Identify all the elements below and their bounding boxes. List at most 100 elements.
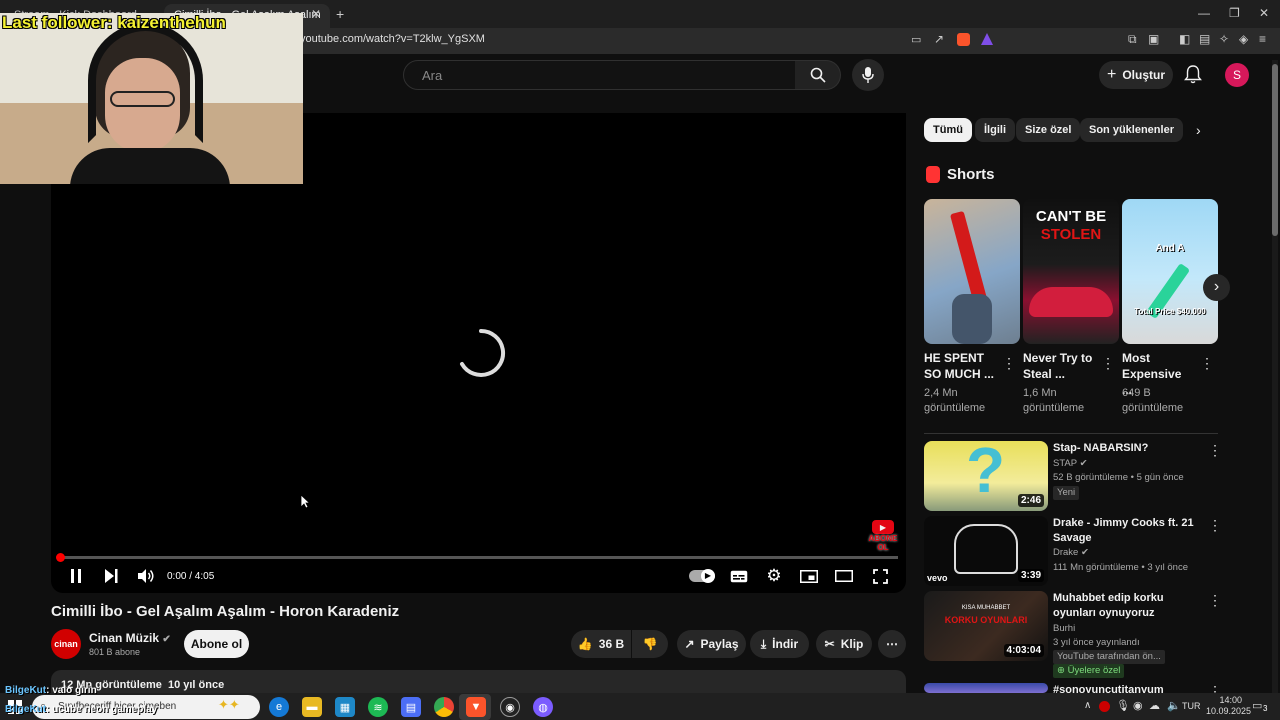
language-indicator[interactable]: TUR (1182, 701, 1201, 711)
next-button[interactable] (101, 566, 121, 586)
related-channel[interactable]: Burhi (1053, 622, 1075, 636)
kebab-menu-icon[interactable]: ⋮ (1200, 355, 1214, 372)
subscribe-button[interactable]: Abone ol (184, 630, 249, 658)
scrollbar-thumb[interactable] (1272, 64, 1278, 236)
menu-icon[interactable]: ≡ (1259, 32, 1266, 46)
cast-icon[interactable]: ▭ (911, 33, 921, 46)
location-icon[interactable]: ◉ (1133, 699, 1143, 712)
wallet-icon[interactable]: ▤ (1199, 32, 1210, 46)
tab-search-icon[interactable]: ▣ (1148, 32, 1159, 46)
related-meta: 3 yıl önce yayınlandı (1053, 637, 1140, 648)
short-thumbnail[interactable] (924, 199, 1020, 344)
plus-icon: + (1106, 66, 1117, 83)
related-thumbnail[interactable] (924, 683, 1048, 693)
car-shape (1029, 287, 1113, 317)
discord-icon[interactable]: ◍ (533, 697, 553, 717)
short-title[interactable]: HE SPENT SO MUCH ... (924, 350, 994, 382)
kebab-menu-icon[interactable]: ⋮ (1208, 592, 1222, 609)
short-thumbnail[interactable]: And A Total Price $40.000 (1122, 199, 1218, 344)
tab-close-icon[interactable]: ✕ (311, 7, 321, 21)
spotify-icon[interactable]: ≋ (368, 697, 388, 717)
chip-recent[interactable]: Son yüklenenler (1080, 118, 1183, 142)
calculator-icon[interactable]: ▤ (401, 697, 421, 717)
related-title[interactable]: #sonoyuncutitanyum (1053, 683, 1201, 693)
brave-shield-icon[interactable] (957, 33, 970, 46)
brave-icon[interactable]: ▼ (466, 697, 486, 717)
share-button[interactable]: ↗ Paylaş (677, 630, 746, 658)
obs-icon[interactable]: ◉ (500, 697, 520, 717)
voice-search-button[interactable] (852, 59, 884, 91)
subscribe-watermark[interactable]: ▶ ABONE OL (868, 520, 898, 552)
short-title[interactable]: Never Try to Steal ... (1023, 350, 1093, 382)
share-page-icon[interactable]: ↗ (934, 32, 944, 46)
extensions-icon[interactable]: ⧉ (1128, 32, 1137, 47)
related-thumbnail[interactable]: ? 2:46 (924, 441, 1048, 511)
minimize-icon[interactable]: — (1198, 6, 1210, 20)
clock[interactable]: 14:00 10.09.2025 (1206, 695, 1251, 717)
related-title[interactable]: Stap- NABARSIN? (1053, 441, 1201, 456)
tray-app-icon[interactable] (1099, 701, 1110, 712)
tray-chevron-icon[interactable]: ∧ (1084, 700, 1091, 711)
channel-name[interactable]: Cinan Müzik ✔ (89, 631, 171, 645)
kebab-menu-icon[interactable]: ⋮ (1002, 355, 1016, 372)
url-field[interactable]: youtube.com/watch?v=T2klw_YgSXM (300, 33, 485, 45)
progress-handle[interactable] (56, 553, 65, 562)
sidebar-icon[interactable]: ◧ (1179, 32, 1190, 46)
maximize-icon[interactable]: ❐ (1229, 6, 1240, 20)
chevron-right-icon[interactable]: › (1196, 122, 1201, 138)
kebab-menu-icon[interactable]: ⋮ (1101, 355, 1115, 372)
short-thumbnail[interactable]: CAN'T BE STOLEN (1023, 199, 1119, 344)
pause-button[interactable] (66, 566, 86, 586)
kebab-menu-icon[interactable]: ⋮ (1208, 517, 1222, 534)
create-button[interactable]: + Oluştur (1099, 61, 1173, 89)
microphone-icon[interactable]: 🎙 (1116, 699, 1130, 712)
volume-button[interactable] (136, 566, 156, 586)
more-actions-button[interactable]: ⋯ (878, 630, 906, 658)
kebab-menu-icon[interactable]: ⋮ (1208, 683, 1222, 693)
avatar[interactable]: S (1225, 63, 1249, 87)
related-channel[interactable]: STAP ✔ (1053, 457, 1088, 471)
edge-icon[interactable]: e (269, 697, 289, 717)
notification-icon[interactable]: ▭ (1252, 699, 1262, 712)
download-button[interactable]: ⤓ İndir (750, 630, 809, 658)
leo-ai-icon[interactable]: ✧ (1219, 32, 1229, 46)
miniplayer-button[interactable] (799, 566, 819, 586)
progress-bar[interactable] (60, 556, 898, 559)
shorts-next-button[interactable]: › (1203, 274, 1230, 301)
close-icon[interactable]: ✕ (1259, 6, 1269, 20)
download-label: İndir (772, 637, 799, 651)
related-channel[interactable]: Drake ✔ (1053, 546, 1089, 560)
search-input[interactable]: Ara (403, 60, 796, 90)
notifications-button[interactable] (1184, 65, 1202, 89)
subtitles-button[interactable] (729, 566, 749, 586)
related-thumbnail[interactable]: vevo 3:39 (924, 516, 1048, 586)
speaker-icon[interactable]: 🔈 (1167, 699, 1181, 712)
channel-avatar[interactable]: cinan (51, 629, 81, 659)
divider (924, 433, 1218, 434)
microphone-icon (862, 67, 874, 83)
theater-mode-button[interactable] (834, 566, 854, 586)
chrome-icon[interactable] (434, 697, 454, 717)
related-title[interactable]: Drake - Jimmy Cooks ft. 21 Savage (1053, 516, 1201, 546)
plus-icon[interactable]: + (336, 6, 344, 22)
related-thumbnail[interactable]: KISA MUHABBET KORKU OYUNLARI 4:03:04 (924, 591, 1048, 661)
store-icon[interactable]: ▦ (335, 697, 355, 717)
vpn-icon[interactable]: ◈ (1239, 32, 1248, 46)
kebab-menu-icon[interactable]: ⋮ (1208, 442, 1222, 459)
search-button[interactable] (795, 60, 841, 90)
subtitles-icon (730, 570, 748, 582)
related-title[interactable]: Muhabbet edip korku oyunları oynuyoruz (1053, 591, 1201, 621)
chip-all[interactable]: Tümü (924, 118, 972, 142)
brave-rewards-icon[interactable] (981, 33, 993, 45)
dislike-button[interactable]: 👎 (632, 630, 668, 658)
fullscreen-button[interactable] (870, 566, 890, 586)
autoplay-toggle[interactable]: ▶ (689, 569, 715, 583)
clip-button[interactable]: ✂ Klip (816, 630, 872, 658)
short-view-suffix: görüntüleme (1122, 402, 1184, 414)
like-button[interactable]: 👍 36 B (571, 630, 631, 658)
settings-button[interactable]: ⚙ (764, 566, 784, 586)
chip-for-you[interactable]: Size özel (1016, 118, 1081, 142)
cloud-icon[interactable]: ☁ (1149, 699, 1160, 712)
file-explorer-icon[interactable]: ▬ (302, 697, 322, 717)
chip-related[interactable]: İlgili (975, 118, 1015, 142)
